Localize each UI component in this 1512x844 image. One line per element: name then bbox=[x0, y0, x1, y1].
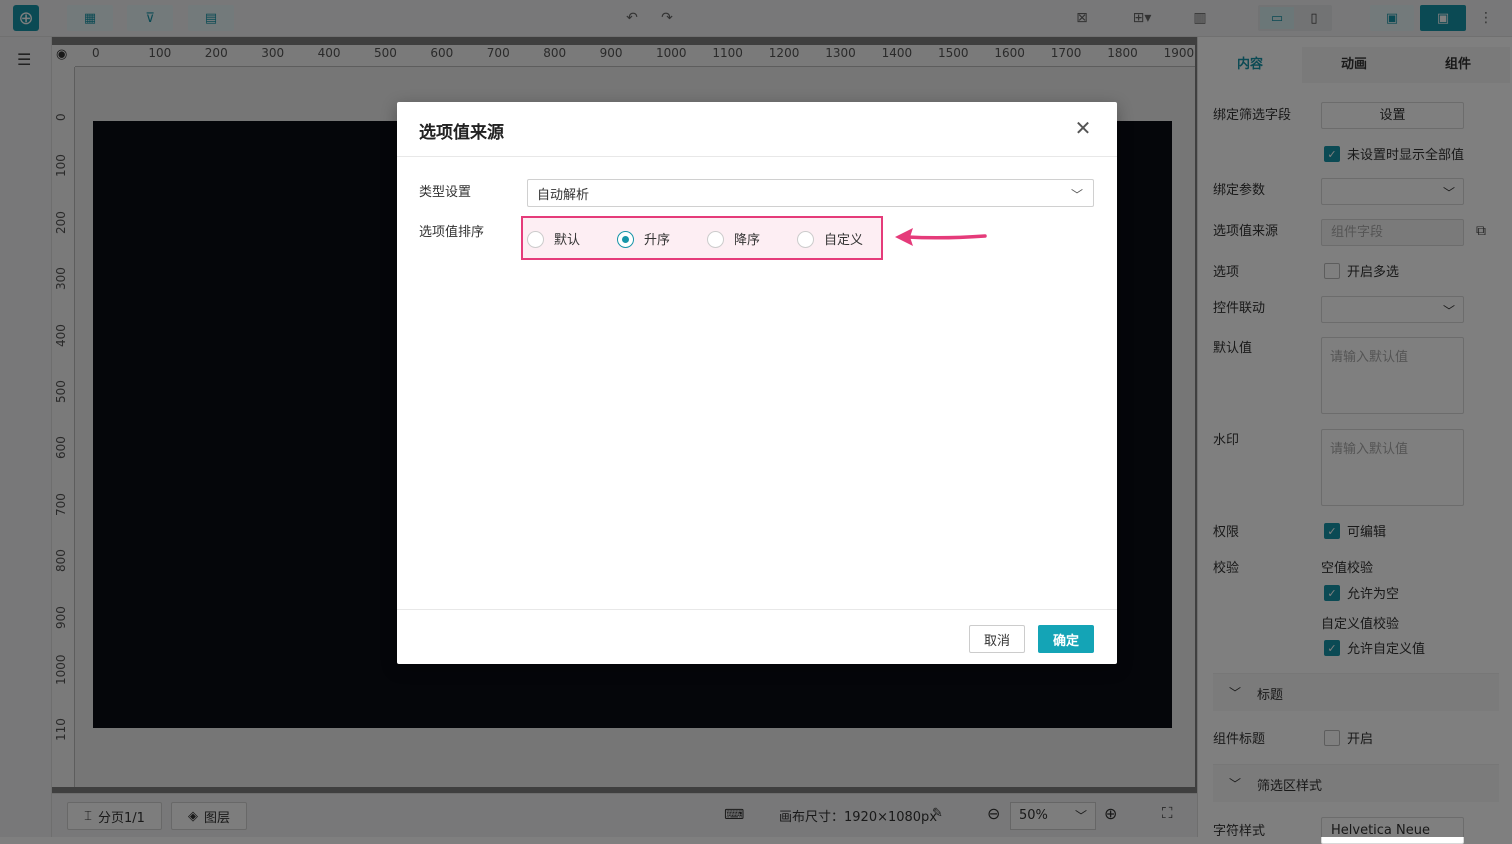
radio-default-label: 默认 bbox=[554, 233, 581, 248]
type-label: 类型设置 bbox=[419, 185, 472, 200]
type-select[interactable]: 自动解析 ﹀ bbox=[527, 179, 1094, 207]
chevron-down-icon: ﹀ bbox=[1070, 188, 1083, 202]
sort-label: 选项值排序 bbox=[419, 225, 485, 240]
radio-default[interactable] bbox=[527, 231, 544, 248]
close-icon[interactable]: ✕ bbox=[1073, 118, 1093, 138]
radio-descending[interactable] bbox=[707, 231, 724, 248]
radio-custom-label: 自定义 bbox=[824, 233, 864, 248]
radio-ascending-label: 升序 bbox=[644, 233, 671, 248]
option-source-dialog: 选项值来源 ✕ 类型设置 自动解析 ﹀ 选项值排序 默认 升序 降序 自定义 取… bbox=[397, 102, 1117, 664]
sort-highlight-box: 默认 升序 降序 自定义 bbox=[521, 216, 883, 260]
radio-custom[interactable] bbox=[797, 231, 814, 248]
dialog-title: 选项值来源 bbox=[419, 123, 504, 143]
annotation-arrow-icon bbox=[895, 228, 987, 246]
ok-button[interactable]: 确定 bbox=[1038, 625, 1094, 653]
radio-descending-label: 降序 bbox=[734, 233, 761, 248]
dialog-footer: 取消 确定 bbox=[397, 609, 1117, 664]
type-value: 自动解析 bbox=[537, 187, 590, 203]
cancel-button[interactable]: 取消 bbox=[969, 625, 1025, 653]
radio-ascending[interactable] bbox=[617, 231, 634, 248]
dialog-header: 选项值来源 ✕ bbox=[397, 102, 1117, 157]
